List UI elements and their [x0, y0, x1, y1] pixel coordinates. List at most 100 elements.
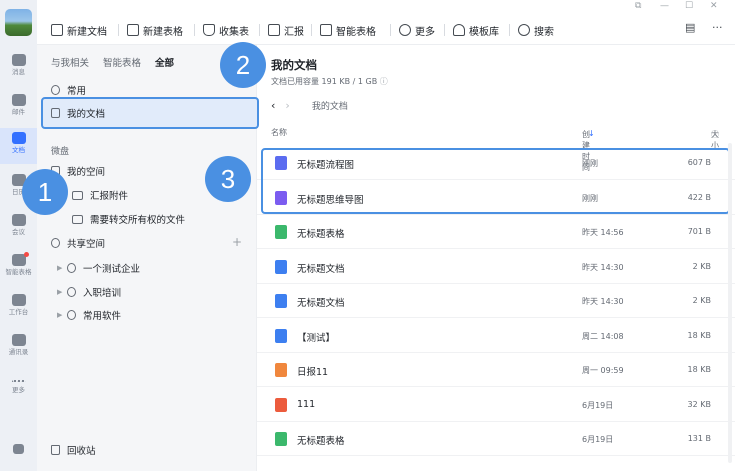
file-created-time: 昨天 14:30 — [582, 262, 624, 272]
smart-sheet-button[interactable]: 智能表格 — [320, 21, 376, 39]
file-type-icon — [275, 363, 287, 377]
document-icon — [51, 108, 60, 118]
file-created-time: 周一 09:59 — [582, 366, 624, 375]
selection-highlight — [261, 148, 730, 214]
group-label-drive: 微盘 — [51, 147, 70, 157]
nav-item-shared-space[interactable]: 共享空间 — [37, 232, 257, 254]
file-size: 131 B — [687, 434, 711, 443]
search-button[interactable]: 搜索 — [518, 21, 554, 39]
back-arrow-icon[interactable]: ‹ — [271, 99, 275, 112]
more-button[interactable]: 更多 — [399, 21, 435, 39]
page-title: 我的文档 — [271, 58, 317, 72]
docs-icon — [11, 132, 26, 144]
left-rail: 消息 邮件 文档 日历 会议 智能表格 工作台 通讯录 更多 — [0, 0, 37, 471]
nav-item-my-docs[interactable]: 我的文档 — [37, 102, 257, 124]
search-icon — [518, 24, 530, 36]
rail-item-contacts[interactable]: 通讯录 — [0, 330, 37, 366]
nav-item-recycle-bin[interactable]: 回收站 — [51, 443, 96, 457]
file-row[interactable]: 无标题文档 昨天 14:30 2 KB — [257, 250, 735, 284]
chat-icon — [11, 54, 26, 66]
file-size: 18 KB — [687, 330, 711, 340]
callout-badge-3: 3 — [205, 156, 251, 202]
new-doc-button[interactable]: 新建文档 — [51, 21, 107, 39]
file-row[interactable]: 111 6月19日 32 KB — [257, 388, 735, 422]
toolbar-divider — [118, 24, 119, 36]
nav-tabs: 与我相关 智能表格 全部 — [51, 55, 174, 69]
notification-badge — [24, 252, 29, 257]
rail-item-mail[interactable]: 邮件 — [0, 90, 37, 126]
file-name: 【测试】 — [297, 332, 336, 344]
file-type-icon — [275, 225, 287, 239]
nav-item-shared-3[interactable]: ▶ 常用软件 — [37, 304, 257, 326]
file-created-time: 6月19日 — [582, 400, 614, 410]
rail-item-more[interactable]: 更多 — [0, 372, 37, 408]
folder-icon — [72, 190, 83, 200]
column-name[interactable]: 名称 — [271, 127, 287, 138]
file-name: 无标题文档 — [297, 263, 345, 275]
pin-icon[interactable]: ⧉ — [635, 1, 641, 11]
toolbar-divider — [311, 24, 312, 36]
maximize-icon[interactable]: ☐ — [685, 1, 693, 11]
file-type-icon — [275, 259, 287, 274]
scrollbar[interactable] — [728, 143, 732, 463]
more-icon — [11, 380, 26, 384]
expand-icon[interactable]: ▶ — [57, 264, 67, 272]
breadcrumb-current[interactable]: 我的文档 — [312, 99, 348, 112]
template-icon — [453, 24, 465, 36]
storage-quota: 文档已用容量 191 KB / 1 GB ⓘ — [271, 77, 388, 86]
close-icon[interactable]: ✕ — [710, 1, 718, 11]
tab-smart-sheet[interactable]: 智能表格 — [103, 55, 141, 69]
file-row[interactable]: 【测试】 周二 14:08 18 KB — [257, 319, 735, 353]
file-created-time: 6月19日 — [582, 435, 614, 444]
file-type-icon — [275, 397, 287, 412]
file-row[interactable]: 日报11 周一 09:59 18 KB — [257, 353, 735, 387]
file-size: 701 B — [687, 227, 711, 236]
rail-item-docs[interactable]: 文档 — [0, 128, 37, 164]
report-button[interactable]: 汇报 — [268, 21, 304, 39]
file-name: 无标题文档 — [297, 298, 345, 309]
file-name: 111 — [297, 398, 316, 410]
file-row[interactable]: 无标题文档 昨天 14:30 2 KB — [257, 284, 735, 318]
rail-item-messages[interactable]: 消息 — [0, 50, 37, 86]
file-row[interactable]: 无标题表格 6月19日 131 B — [257, 422, 735, 456]
workbench-icon — [11, 294, 26, 306]
file-name: 日报11 — [297, 367, 329, 378]
rail-item-workbench[interactable]: 工作台 — [0, 290, 37, 326]
collect-form-button[interactable]: 收集表 — [203, 21, 249, 39]
rail-item-smart-sheet[interactable]: 智能表格 — [0, 250, 37, 286]
expand-icon[interactable]: ▶ — [57, 288, 67, 296]
forward-arrow-icon[interactable]: › — [285, 99, 289, 112]
nav-item-shared-1[interactable]: ▶ 一个测试企业 — [37, 257, 257, 279]
add-shared-space-icon[interactable]: + — [232, 235, 242, 249]
toolbar-divider — [194, 24, 195, 36]
title-bar: ⧉ — ☐ ✕ — [37, 0, 735, 15]
rail-item-apps[interactable] — [0, 440, 37, 460]
expand-icon[interactable]: ▶ — [57, 311, 67, 319]
new-sheet-button[interactable]: 新建表格 — [127, 21, 183, 39]
tab-related[interactable]: 与我相关 — [51, 55, 89, 69]
file-row[interactable]: 无标题表格 昨天 14:56 701 B — [257, 215, 735, 249]
info-icon[interactable]: ⓘ — [380, 77, 388, 86]
smart-sheet-icon — [320, 24, 332, 36]
overflow-menu-icon[interactable]: ··· — [712, 21, 723, 39]
nav-item-transfer-files[interactable]: 需要转交所有权的文件 — [37, 208, 257, 230]
layout-icon[interactable]: ▤ — [685, 21, 695, 39]
toolbar-divider — [259, 24, 260, 36]
rail-item-meeting[interactable]: 会议 — [0, 210, 37, 246]
toolbar: 新建文档 新建表格 收集表 汇报 智能表格 更多 模板库 搜索 ▤ ··· — [37, 15, 735, 45]
tab-all[interactable]: 全部 — [155, 55, 174, 69]
templates-button[interactable]: 模板库 — [453, 21, 499, 39]
info-icon: ⓘ — [711, 130, 719, 139]
meeting-icon — [11, 214, 26, 226]
nav-item-shared-2[interactable]: ▶ 入职培训 — [37, 281, 257, 303]
shared-users-icon — [51, 238, 60, 248]
apps-icon — [13, 444, 24, 454]
file-created-time: 周二 14:08 — [582, 331, 624, 341]
collect-form-icon — [203, 24, 215, 36]
mail-icon — [11, 94, 26, 106]
minimize-icon[interactable]: — — [660, 1, 669, 11]
avatar[interactable] — [5, 9, 32, 36]
file-type-icon — [275, 294, 287, 308]
contacts-icon — [11, 334, 26, 346]
new-sheet-icon — [127, 24, 139, 36]
